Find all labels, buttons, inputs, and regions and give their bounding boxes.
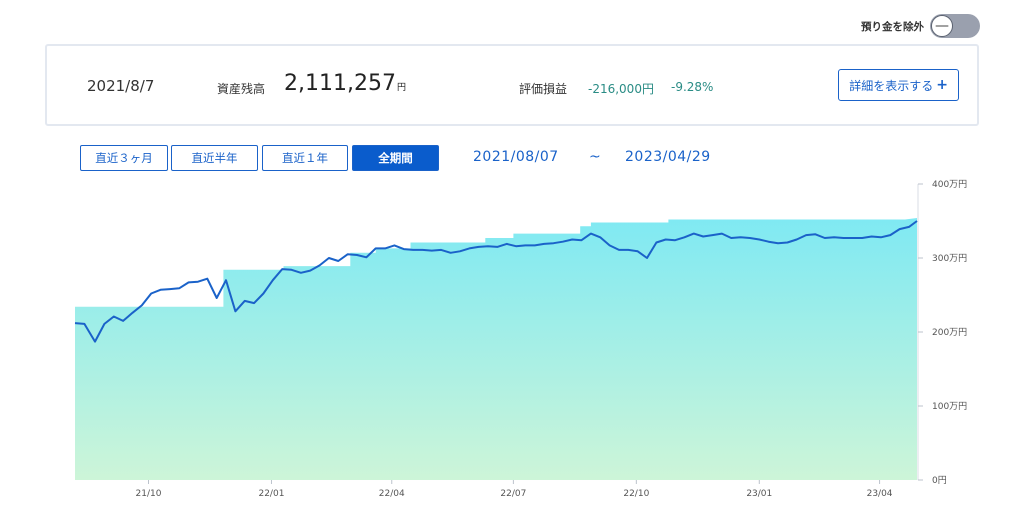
y-tick-label: 300万円: [932, 253, 967, 264]
y-tick-label: 0円: [932, 475, 947, 486]
x-tick-label: 23/01: [746, 489, 772, 499]
x-tick-label: 22/07: [500, 489, 526, 499]
y-tick-label: 100万円: [932, 401, 967, 412]
chart-area-series: [75, 218, 917, 480]
x-tick-label: 22/10: [623, 489, 649, 499]
x-tick-label: 22/04: [379, 489, 405, 499]
asset-chart: 0円 100万円 200万円 300万円 400万円 21/10 22/01 22/04 22/…: [74, 179, 967, 499]
x-tick-label: 22/01: [258, 489, 284, 499]
y-tick-label: 400万円: [932, 179, 967, 190]
y-tick-label: 200万円: [932, 327, 967, 338]
x-tick-label: 21/10: [136, 489, 162, 499]
x-tick-label: 23/04: [867, 489, 893, 499]
